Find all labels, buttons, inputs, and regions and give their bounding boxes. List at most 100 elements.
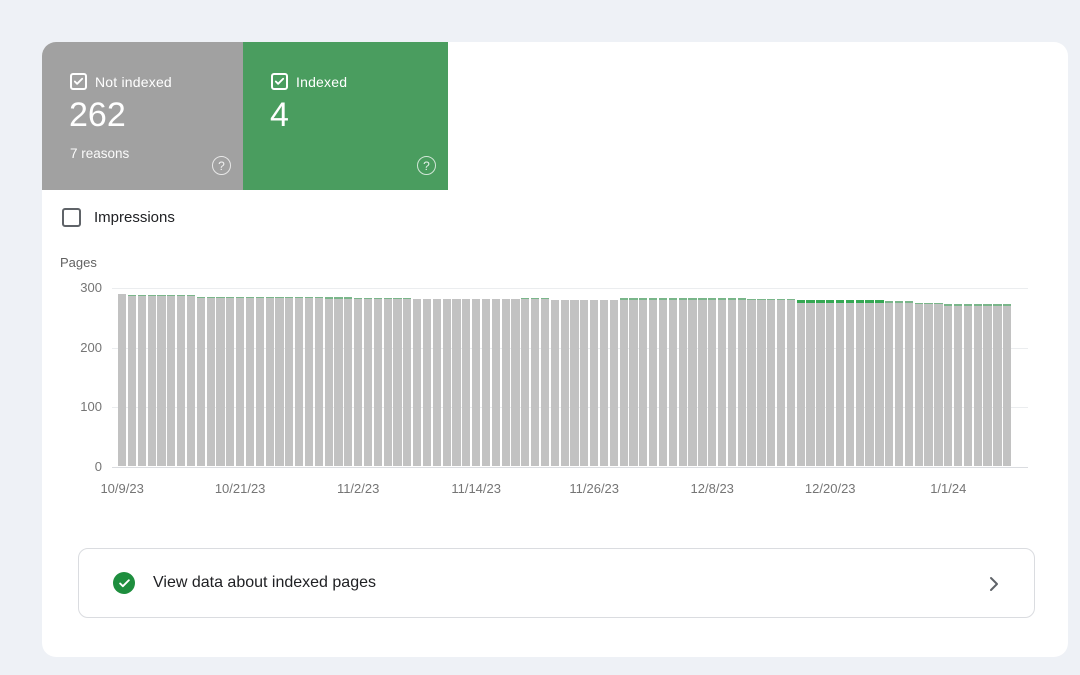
chart-bar[interactable] xyxy=(865,300,873,466)
chart-bar[interactable] xyxy=(885,301,893,466)
chart-bar[interactable] xyxy=(983,304,991,466)
chart-bar[interactable] xyxy=(462,299,470,466)
chart-bar[interactable] xyxy=(472,299,480,466)
chart-bar[interactable] xyxy=(325,297,333,466)
chart-bar[interactable] xyxy=(964,304,972,466)
chart-bar[interactable] xyxy=(659,298,667,466)
help-icon[interactable]: ? xyxy=(212,156,231,175)
chart-bar[interactable] xyxy=(934,303,942,466)
chart-bar[interactable] xyxy=(384,298,392,466)
chart-bar[interactable] xyxy=(541,298,549,466)
chart-bar[interactable] xyxy=(679,298,687,466)
chart-bar[interactable] xyxy=(285,297,293,466)
chart-bar[interactable] xyxy=(590,300,598,466)
chart-bar[interactable] xyxy=(354,298,362,466)
chart-bar[interactable] xyxy=(295,297,303,466)
chart-bar[interactable] xyxy=(649,298,657,466)
chart-bar[interactable] xyxy=(502,299,510,466)
chart-bar[interactable] xyxy=(974,304,982,466)
chart-bar[interactable] xyxy=(777,299,785,466)
chart-bar[interactable] xyxy=(226,297,234,466)
chart-bar[interactable] xyxy=(620,298,628,466)
chart-bar[interactable] xyxy=(856,300,864,466)
chart-bar[interactable] xyxy=(580,300,588,466)
chart-bar[interactable] xyxy=(246,297,254,466)
chart-bar[interactable] xyxy=(688,298,696,466)
chart-bar[interactable] xyxy=(767,299,775,466)
chart-bar[interactable] xyxy=(875,300,883,466)
chart-bar[interactable] xyxy=(413,299,421,466)
chart-bar[interactable] xyxy=(334,297,342,466)
chart-bar[interactable] xyxy=(167,295,175,466)
chart-bar[interactable] xyxy=(895,301,903,466)
chart-bar[interactable] xyxy=(561,300,569,466)
chart-bar[interactable] xyxy=(236,297,244,466)
chart-bar[interactable] xyxy=(836,300,844,466)
chart-bar[interactable] xyxy=(157,295,165,466)
chart-bar[interactable] xyxy=(492,299,500,466)
chart-bar[interactable] xyxy=(256,297,264,466)
chart-bar[interactable] xyxy=(728,298,736,466)
view-indexed-data-button[interactable]: View data about indexed pages xyxy=(78,548,1035,618)
chart-bar[interactable] xyxy=(954,304,962,466)
chart-bar[interactable] xyxy=(452,299,460,466)
chart-bar[interactable] xyxy=(207,297,215,466)
help-icon[interactable]: ? xyxy=(417,156,436,175)
chart-bar[interactable] xyxy=(787,299,795,466)
chart-bar[interactable] xyxy=(905,301,913,466)
chart-bar[interactable] xyxy=(177,295,185,466)
chart-bar[interactable] xyxy=(148,295,156,466)
chart-bar[interactable] xyxy=(482,299,490,466)
checkbox-unchecked-icon[interactable] xyxy=(62,208,81,227)
chart-bar[interactable] xyxy=(806,300,814,466)
chart-bar[interactable] xyxy=(944,304,952,466)
chart-bar[interactable] xyxy=(374,298,382,466)
chevron-right-icon[interactable] xyxy=(982,572,1006,596)
chart-bar[interactable] xyxy=(315,297,323,466)
chart-bar[interactable] xyxy=(423,299,431,466)
chart-bar[interactable] xyxy=(570,300,578,466)
chart-bar[interactable] xyxy=(600,300,608,466)
chart-bar[interactable] xyxy=(747,299,755,466)
chart-bar[interactable] xyxy=(924,303,932,466)
chart-bar[interactable] xyxy=(216,297,224,466)
chart-bar[interactable] xyxy=(305,297,313,466)
chart-bar[interactable] xyxy=(708,298,716,466)
checkbox-not-indexed-checked-icon[interactable] xyxy=(70,73,87,90)
chart-bar[interactable] xyxy=(816,300,824,466)
chart-bar[interactable] xyxy=(275,297,283,466)
impressions-toggle[interactable]: Impressions xyxy=(62,208,175,227)
chart-bar[interactable] xyxy=(846,300,854,466)
chart-bar[interactable] xyxy=(511,299,519,466)
chart-bar[interactable] xyxy=(118,294,126,466)
chart-bar[interactable] xyxy=(187,295,195,466)
chart-bar[interactable] xyxy=(521,298,529,466)
chart-bar[interactable] xyxy=(551,300,559,466)
chart-bar[interactable] xyxy=(344,297,352,466)
chart-bar[interactable] xyxy=(698,298,706,466)
chart-bar[interactable] xyxy=(738,298,746,466)
chart-bar[interactable] xyxy=(128,295,136,466)
chart-bar[interactable] xyxy=(993,304,1001,466)
chart-bar[interactable] xyxy=(1003,304,1011,466)
checkbox-indexed-checked-icon[interactable] xyxy=(271,73,288,90)
chart-bar[interactable] xyxy=(915,303,923,466)
chart-bar[interactable] xyxy=(433,299,441,466)
chart-bar[interactable] xyxy=(629,298,637,466)
chart-bar[interactable] xyxy=(531,298,539,466)
chart-bar[interactable] xyxy=(364,298,372,466)
chart-bar[interactable] xyxy=(797,300,805,466)
chart-bar[interactable] xyxy=(403,298,411,466)
chart-bar[interactable] xyxy=(669,298,677,466)
chart-bar[interactable] xyxy=(266,297,274,466)
chart-bar[interactable] xyxy=(639,298,647,466)
chart-bar[interactable] xyxy=(757,299,765,466)
chart-bar[interactable] xyxy=(718,298,726,466)
chart-bar[interactable] xyxy=(610,300,618,466)
metric-card-not-indexed[interactable]: Not indexed 262 7 reasons ? xyxy=(42,42,243,190)
chart-bar[interactable] xyxy=(138,295,146,466)
chart-bar[interactable] xyxy=(197,297,205,466)
chart-bar[interactable] xyxy=(393,298,401,466)
chart-bar[interactable] xyxy=(443,299,451,466)
metric-card-indexed[interactable]: Indexed 4 ? xyxy=(243,42,448,190)
